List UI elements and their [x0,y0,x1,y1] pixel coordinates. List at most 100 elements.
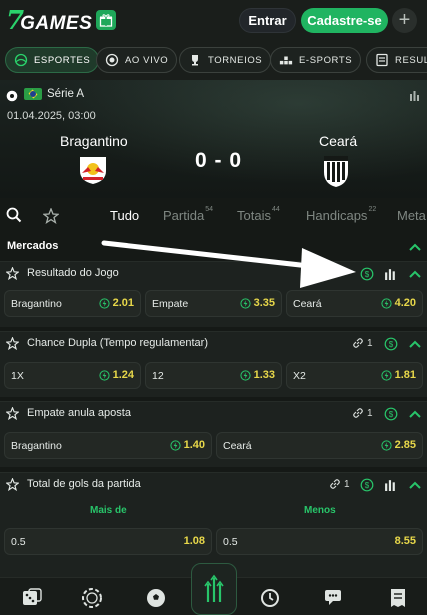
search-icon[interactable] [6,207,22,228]
pill-esportes[interactable]: ESPORTES [5,47,100,73]
svg-text:$: $ [365,270,370,279]
logo-games: GAMES [20,13,93,34]
market-total-gols: Total de gols da partida 1 $ Mais de Men… [0,472,427,577]
column-header-under: Menos [304,505,336,516]
odd-button[interactable]: 0.5 1.08 [4,528,212,555]
chevron-up-icon[interactable] [408,242,422,252]
pill-label: RESUL [395,54,427,66]
cashout-icon[interactable]: $ [384,407,398,421]
pill-label: TORNEIOS [208,54,263,66]
ceara-crest-icon [321,152,351,193]
league-info: Série A [24,88,84,100]
market-header[interactable]: Empate anula aposta 1 $ [0,402,427,426]
stats-icon[interactable] [384,478,397,491]
market-resultado: Resultado do Jogo $ Bragantino 2.01 Empa… [0,261,427,327]
boost-icon [380,297,392,309]
chevron-up-icon[interactable] [408,480,422,490]
market-name: Resultado do Jogo [27,267,119,279]
stats-icon[interactable] [384,267,397,280]
pill-resultados[interactable]: RESUL [366,47,427,73]
market-header[interactable]: Chance Dupla (Tempo regulamentar) 1 $ [0,332,427,356]
tab-handicaps[interactable]: Handicaps22 [306,206,376,223]
results-icon [375,53,389,67]
odd-button[interactable]: 12 1.33 [145,362,282,389]
pill-ao-vivo[interactable]: AO VIVO [96,47,178,73]
market-name: Empate anula aposta [27,407,131,419]
brazil-flag-icon [24,88,42,100]
boost-icon [380,369,392,381]
league-name: Série A [47,88,85,100]
add-button[interactable]: + [392,8,417,33]
chevron-up-icon[interactable] [408,409,422,419]
cashout-icon[interactable]: $ [360,478,374,492]
odd-button[interactable]: 0.5 8.55 [216,528,423,555]
tab-meta[interactable]: Meta [397,208,426,223]
boost-icon [98,297,110,309]
star-icon[interactable] [6,337,19,350]
chat-icon[interactable] [322,586,346,610]
score: 0 - 0 [195,149,243,172]
boost-icon [239,369,251,381]
gift-icon[interactable] [96,10,116,30]
link-icon [330,479,340,489]
market-header[interactable]: Total de gols da partida 1 $ [0,473,427,497]
tab-tudo[interactable]: Tudo [110,208,139,223]
pill-esports[interactable]: E-SPORTS [270,47,362,73]
signup-button[interactable]: Cadastre-se [301,8,388,33]
markets-header[interactable]: Mercados [0,236,427,258]
star-icon[interactable] [6,267,19,280]
svg-text:$: $ [389,340,394,349]
cashout-icon[interactable]: $ [360,267,374,281]
favorite-star-icon[interactable] [42,207,60,229]
odd-button[interactable]: Bragantino 2.01 [4,290,141,317]
pill-torneios[interactable]: TORNEIOS [179,47,272,73]
market-empate-anula: Empate anula aposta 1 $ Bragantino 1.40 … [0,401,427,467]
login-button[interactable]: Entrar [239,8,296,33]
odd-button[interactable]: 1X 1.24 [4,362,141,389]
odd-button[interactable]: Ceará 4.20 [286,290,423,317]
odd-button[interactable]: Empate 3.35 [145,290,282,317]
stats-icon[interactable] [409,88,421,106]
markets-title: Mercados [7,240,59,252]
odd-button[interactable]: Bragantino 1.40 [4,432,212,459]
market-tabs: Tudo Partida54 Totais44 Handicaps22 Meta [0,198,427,234]
link-icon [353,338,363,348]
top-bar: 7 GAMES Entrar Cadastre-se + [0,0,427,42]
away-team-name: Ceará [319,133,358,149]
star-icon[interactable] [6,478,19,491]
market-chance-dupla: Chance Dupla (Tempo regulamentar) 1 $ 1X… [0,331,427,397]
live-bars-icon [204,574,224,602]
pill-label: AO VIVO [125,54,169,66]
pill-label: ESPORTES [34,54,91,66]
odd-button[interactable]: X2 1.81 [286,362,423,389]
cashout-icon[interactable]: $ [384,337,398,351]
tab-totais[interactable]: Totais44 [237,206,280,223]
history-icon[interactable] [258,586,282,610]
market-name: Chance Dupla (Tempo regulamentar) [27,337,208,349]
betslip-icon[interactable] [386,586,410,610]
live-center-button[interactable] [191,563,237,615]
boost-icon [98,369,110,381]
home-team-name: Bragantino [60,133,128,149]
pill-label: E-SPORTS [299,54,353,66]
live-icon [105,53,119,67]
soccer-ball-icon [6,89,18,107]
category-pills: ESPORTES AO VIVO TORNEIOS E-SPORTS RESUL [0,42,427,80]
tab-partida[interactable]: Partida54 [163,206,213,223]
bragantino-crest-icon [76,155,110,190]
trophy-icon [188,53,202,67]
logo[interactable]: 7 GAMES [6,7,92,35]
market-header[interactable]: Resultado do Jogo $ [0,262,427,286]
star-icon[interactable] [6,407,19,420]
linked-count: 1 [352,407,373,419]
dice-icon[interactable] [20,586,44,610]
gamepad-icon [279,53,293,67]
linked-count: 1 [329,478,350,490]
market-name: Total de gols da partida [27,478,141,490]
boost-icon [239,297,251,309]
chevron-up-icon[interactable] [408,339,422,349]
chevron-up-icon[interactable] [408,269,422,279]
odd-button[interactable]: Ceará 2.85 [216,432,423,459]
soccer-ball-icon[interactable] [144,586,168,610]
casino-chip-icon[interactable] [80,586,104,610]
